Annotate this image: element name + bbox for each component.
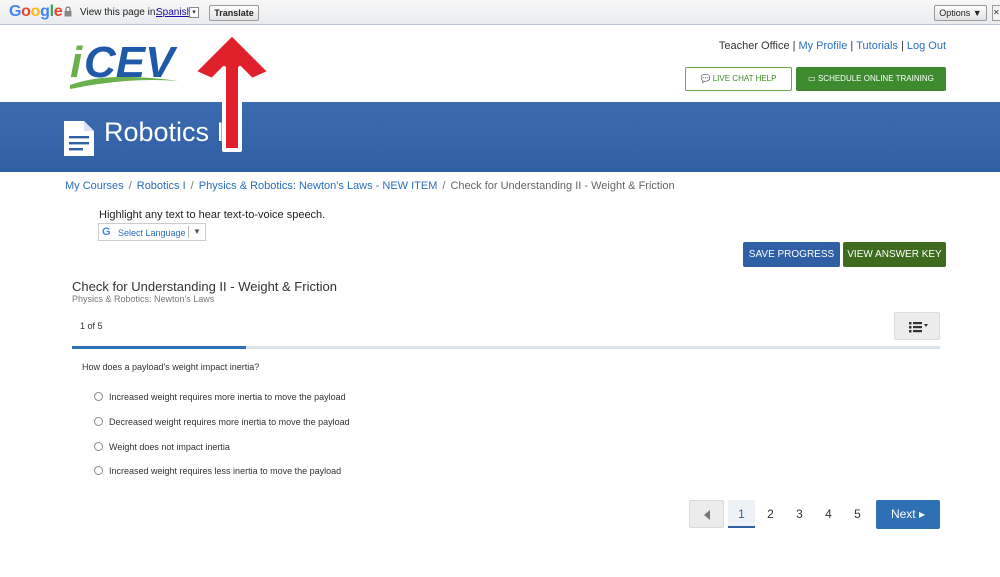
- page-3-button[interactable]: 3: [786, 500, 813, 528]
- page-5-button[interactable]: 5: [844, 500, 871, 528]
- red-arrow-annotation: [192, 32, 272, 152]
- live-chat-help-button[interactable]: 💬 LIVE CHAT HELP: [685, 67, 792, 91]
- radio-button[interactable]: [94, 442, 103, 451]
- close-icon[interactable]: ✕: [992, 5, 1000, 21]
- google-translate-bar: Google View this page in: Spanish ▾ Tran…: [0, 0, 1000, 25]
- translate-label: View this page in:: [80, 7, 159, 18]
- page-2-button[interactable]: 2: [757, 500, 784, 528]
- quiz-subtitle: Physics & Robotics: Newton's Laws: [72, 294, 215, 304]
- chat-icon: 💬: [700, 74, 711, 83]
- select-language-dropdown[interactable]: G Select Language ▼: [98, 223, 206, 241]
- save-progress-button[interactable]: SAVE PROGRESS: [743, 242, 840, 267]
- translate-language-link[interactable]: Spanish: [156, 7, 192, 18]
- translate-button[interactable]: Translate: [209, 5, 259, 21]
- breadcrumb-robotics[interactable]: Robotics I: [137, 180, 186, 192]
- breadcrumb: My Courses / Robotics I / Physics & Robotics…: [65, 180, 675, 192]
- tts-instruction: Highlight any text to hear text-to-voice…: [99, 209, 326, 221]
- breadcrumb-my-courses[interactable]: My Courses: [65, 180, 124, 192]
- tutorials-link[interactable]: Tutorials: [856, 40, 898, 52]
- view-answer-key-button[interactable]: VIEW ANSWER KEY: [843, 242, 946, 267]
- question-text: How does a payload's weight impact inert…: [82, 362, 260, 372]
- breadcrumb-current: Check for Understanding II - Weight & Fr…: [450, 180, 675, 192]
- breadcrumb-newtons-laws[interactable]: Physics & Robotics: Newton's Laws - NEW …: [199, 180, 438, 192]
- document-icon: [64, 121, 94, 156]
- my-profile-link[interactable]: My Profile: [798, 40, 847, 52]
- teacher-office-link[interactable]: Teacher Office: [719, 40, 790, 52]
- language-dropdown-icon[interactable]: ▾: [189, 7, 199, 18]
- icev-logo[interactable]: i CEV: [68, 37, 194, 91]
- caret-right-icon: ▸: [919, 507, 926, 521]
- quiz-progress-fill: [72, 346, 246, 349]
- list-menu-icon: [909, 322, 928, 333]
- radio-button[interactable]: [94, 392, 103, 401]
- top-navigation: Teacher Office | My Profile | Tutorials | Log …: [718, 40, 946, 52]
- previous-page-button[interactable]: [689, 500, 724, 528]
- quiz-progress-bar: [72, 346, 940, 349]
- page-4-button[interactable]: 4: [815, 500, 842, 528]
- google-logo: Google: [9, 3, 63, 20]
- svg-text:i: i: [70, 38, 83, 87]
- options-button[interactable]: Options ▼: [934, 5, 987, 21]
- chevron-down-icon: ▼: [193, 227, 201, 236]
- quiz-title: Check for Understanding II - Weight & Fr…: [72, 279, 337, 294]
- next-button[interactable]: Next ▸: [876, 500, 940, 529]
- laptop-icon: ▭: [808, 74, 816, 83]
- lock-icon: [64, 6, 72, 17]
- question-counter: 1 of 5: [80, 321, 103, 331]
- log-out-link[interactable]: Log Out: [907, 40, 946, 52]
- google-g-icon: G: [102, 226, 111, 238]
- svg-text:CEV: CEV: [84, 38, 178, 87]
- page-1-button[interactable]: 1: [728, 500, 755, 528]
- radio-button[interactable]: [94, 466, 103, 475]
- question-list-button[interactable]: [894, 312, 940, 340]
- caret-left-icon: [704, 510, 710, 520]
- schedule-online-training-button[interactable]: ▭ SCHEDULE ONLINE TRAINING: [796, 67, 946, 91]
- radio-button[interactable]: [94, 417, 103, 426]
